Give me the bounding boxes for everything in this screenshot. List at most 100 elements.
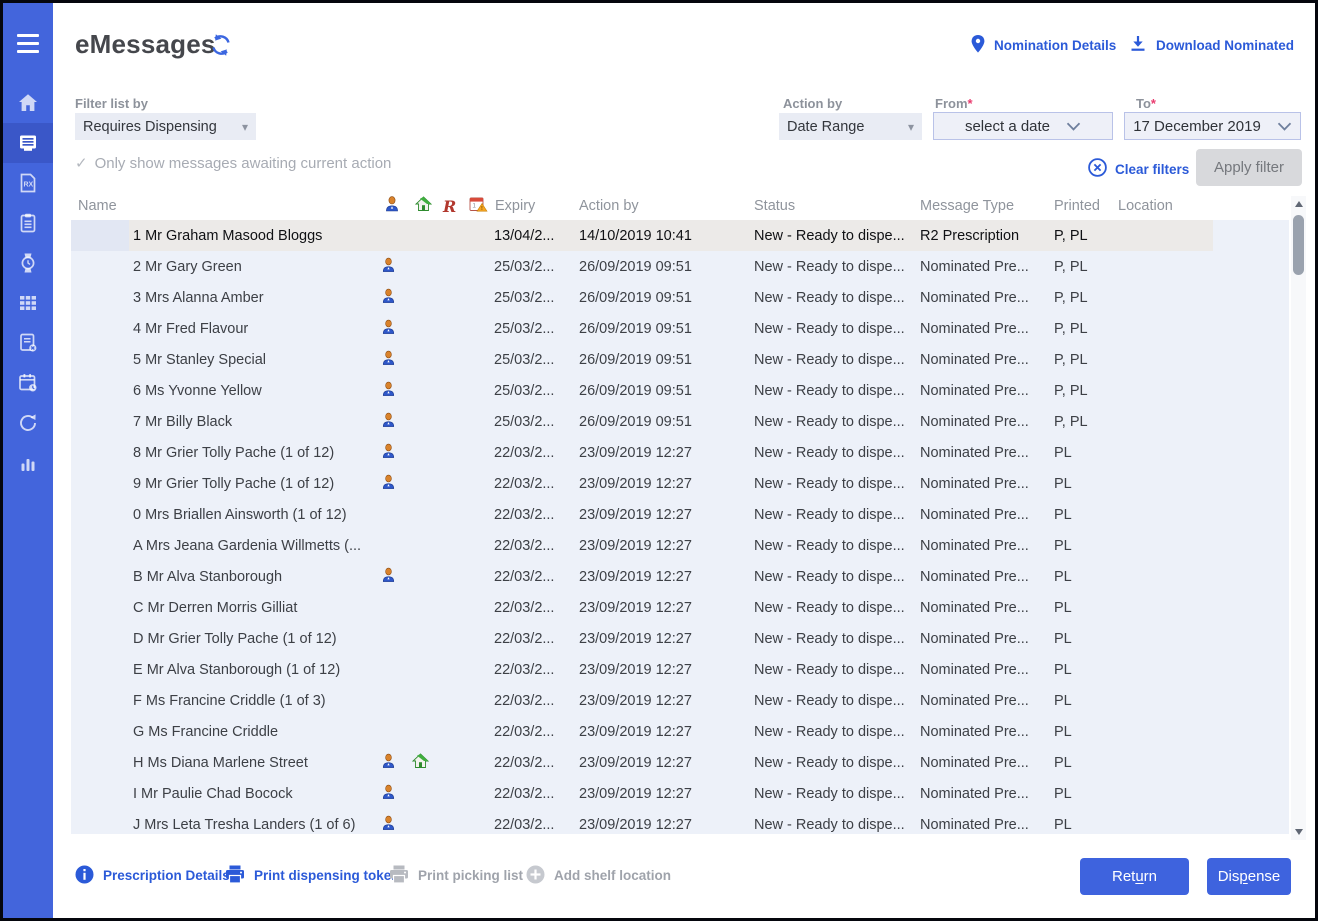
row-status: New - Ready to dispe... [754, 414, 905, 430]
row-printed: PL [1054, 631, 1072, 647]
scrollbar-thumb[interactable] [1293, 215, 1304, 275]
row-action-by: 23/09/2019 12:27 [579, 693, 692, 709]
column-header-location[interactable]: Location [1118, 198, 1173, 214]
table-row[interactable]: 6 Ms Yvonne Yellow25/03/2...26/09/2019 0… [71, 375, 1289, 406]
refresh-icon[interactable] [209, 33, 233, 57]
sidebar-item-sync[interactable] [3, 403, 53, 443]
column-header-printed[interactable]: Printed [1054, 198, 1100, 214]
table-row[interactable]: F Ms Francine Criddle (1 of 3)22/03/2...… [71, 685, 1289, 716]
row-name: 8 Mr Grier Tolly Pache (1 of 12) [133, 445, 334, 461]
delivery-home-icon[interactable] [415, 196, 432, 217]
filter-list-by-select[interactable]: Requires Dispensing ▾ [75, 113, 256, 140]
table-row[interactable]: A Mrs Jeana Gardenia Willmetts (...22/03… [71, 530, 1289, 561]
app-window: RX eMessages Nomination Details Download… [0, 0, 1318, 921]
sidebar: RX [3, 3, 53, 918]
row-printed: P, PL [1054, 414, 1088, 430]
row-printed: PL [1054, 817, 1072, 833]
sidebar-item-report-document[interactable] [3, 323, 53, 363]
nomination-details-link[interactable]: Nomination Details [971, 35, 1116, 56]
table-row[interactable]: I Mr Paulie Chad Bocock22/03/2...23/09/2… [71, 778, 1289, 809]
table-row[interactable]: 5 Mr Stanley Special25/03/2...26/09/2019… [71, 344, 1289, 375]
action-by-label: Action by [783, 96, 842, 111]
row-printed: PL [1054, 755, 1072, 771]
patient-icon[interactable] [384, 196, 400, 217]
download-nominated-link[interactable]: Download Nominated [1129, 35, 1294, 56]
row-status: New - Ready to dispe... [754, 290, 905, 306]
vertical-scrollbar[interactable] [1291, 196, 1306, 840]
sidebar-item-watch[interactable] [3, 243, 53, 283]
row-printed: PL [1054, 445, 1072, 461]
column-header-message-type[interactable]: Message Type [920, 198, 1014, 214]
clear-filters-button[interactable]: Clear filters [1088, 158, 1189, 180]
scroll-down-arrow-icon[interactable] [1291, 824, 1306, 840]
row-action-by: 23/09/2019 12:27 [579, 817, 692, 833]
home-icon [16, 91, 40, 115]
row-action-by: 14/10/2019 10:41 [579, 228, 692, 244]
column-header-action-by[interactable]: Action by [579, 198, 639, 214]
repeat-r-icon[interactable]: R [443, 199, 456, 217]
clear-circle-x-icon [1088, 158, 1107, 180]
prescription-details-button[interactable]: Prescription Details [75, 834, 230, 918]
row-message-type: Nominated Pre... [920, 755, 1029, 771]
sidebar-item-home[interactable] [3, 83, 53, 123]
table-row[interactable]: 8 Mr Grier Tolly Pache (1 of 12)22/03/2.… [71, 437, 1289, 468]
row-message-type: Nominated Pre... [920, 538, 1029, 554]
row-expiry: 22/03/2... [494, 693, 554, 709]
table-row[interactable]: H Ms Diana Marlene Street22/03/2...23/09… [71, 747, 1289, 778]
row-name: 3 Mrs Alanna Amber [133, 290, 264, 306]
sidebar-item-emessages[interactable] [3, 123, 53, 163]
apply-filter-button[interactable]: Apply filter [1196, 149, 1302, 186]
table-row[interactable]: 0 Mrs Briallen Ainsworth (1 of 12)22/03/… [71, 499, 1289, 530]
filter-list-by-label: Filter list by [75, 96, 148, 111]
location-pin-icon [971, 35, 985, 56]
sidebar-item-calendar-schedule[interactable] [3, 363, 53, 403]
table-row[interactable]: D Mr Grier Tolly Pache (1 of 12)22/03/2.… [71, 623, 1289, 654]
to-date-select[interactable]: 17 December 2019 [1124, 112, 1301, 140]
row-printed: PL [1054, 662, 1072, 678]
row-action-by: 23/09/2019 12:27 [579, 507, 692, 523]
row-printed: PL [1054, 693, 1072, 709]
sidebar-nav: RX [3, 83, 53, 483]
table-row[interactable]: B Mr Alva Stanborough22/03/2...23/09/201… [71, 561, 1289, 592]
scroll-up-arrow-icon[interactable] [1291, 196, 1306, 212]
table-row[interactable]: E Mr Alva Stanborough (1 of 12)22/03/2..… [71, 654, 1289, 685]
row-printed: P, PL [1054, 383, 1088, 399]
column-header-expiry[interactable]: Expiry [495, 198, 535, 214]
return-button[interactable]: Return [1080, 858, 1189, 895]
row-expiry: 25/03/2... [494, 259, 554, 275]
table-row[interactable]: 7 Mr Billy Black25/03/2...26/09/2019 09:… [71, 406, 1289, 437]
row-action-by: 23/09/2019 12:27 [579, 569, 692, 585]
row-name: J Mrs Leta Tresha Landers (1 of 6) [133, 817, 355, 833]
table-row[interactable]: 4 Mr Fred Flavour25/03/2...26/09/2019 09… [71, 313, 1289, 344]
table-row[interactable]: 1 Mr Graham Masood Bloggs13/04/2...14/10… [71, 220, 1289, 251]
column-header-name[interactable]: Name [78, 198, 117, 214]
row-action-by: 26/09/2019 09:51 [579, 383, 692, 399]
sidebar-item-rx-prescription[interactable]: RX [3, 163, 53, 203]
row-message-type: R2 Prescription [920, 228, 1019, 244]
row-printed: P, PL [1054, 321, 1088, 337]
hamburger-menu-icon[interactable] [3, 27, 53, 59]
sidebar-item-bar-chart[interactable] [3, 443, 53, 483]
row-action-by: 23/09/2019 12:27 [579, 538, 692, 554]
table-row[interactable]: C Mr Derren Morris Gilliat22/03/2...23/0… [71, 592, 1289, 623]
table-row[interactable]: G Ms Francine Criddle22/03/2...23/09/201… [71, 716, 1289, 747]
from-date-select[interactable]: select a date [933, 112, 1113, 140]
row-printed: P, PL [1054, 228, 1088, 244]
sidebar-item-apps-grid[interactable] [3, 283, 53, 323]
row-expiry: 25/03/2... [494, 414, 554, 430]
table-row[interactable]: 9 Mr Grier Tolly Pache (1 of 12)22/03/2.… [71, 468, 1289, 499]
only-show-checkbox[interactable]: ✓ Only show messages awaiting current ac… [75, 154, 391, 172]
column-header-status[interactable]: Status [754, 198, 795, 214]
print-picking-list-button[interactable]: Print picking list [389, 834, 523, 918]
sidebar-item-clipboard[interactable] [3, 203, 53, 243]
print-dispensing-token-button[interactable]: Print dispensing token [225, 834, 400, 918]
table-row[interactable]: 2 Mr Gary Green25/03/2...26/09/2019 09:5… [71, 251, 1289, 282]
dispense-button[interactable]: Dispense [1207, 858, 1291, 895]
row-status: New - Ready to dispe... [754, 228, 905, 244]
table-row[interactable]: 3 Mrs Alanna Amber25/03/2...26/09/2019 0… [71, 282, 1289, 313]
expiry-warning-calendar-icon[interactable]: 1! [469, 196, 488, 217]
row-expiry: 22/03/2... [494, 631, 554, 647]
row-message-type: Nominated Pre... [920, 383, 1029, 399]
add-shelf-location-button[interactable]: Add shelf location [526, 834, 671, 918]
action-by-select[interactable]: Date Range ▾ [779, 113, 922, 140]
